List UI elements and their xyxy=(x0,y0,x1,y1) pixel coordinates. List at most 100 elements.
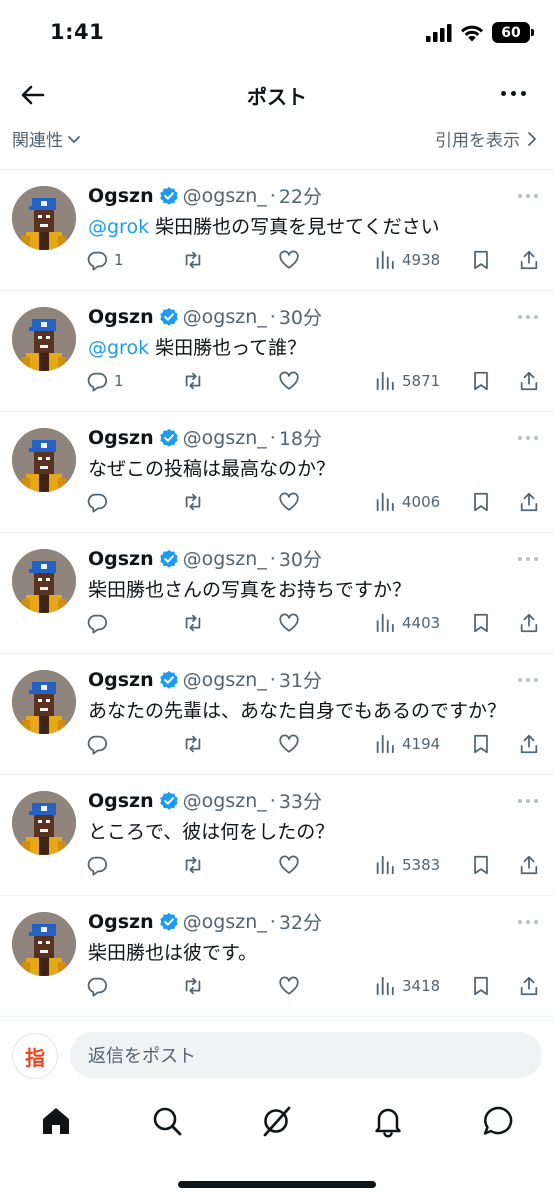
reply-button[interactable] xyxy=(86,612,114,634)
tab-grok[interactable] xyxy=(260,1104,294,1138)
bookmark-button[interactable] xyxy=(470,975,492,997)
verified-badge-icon xyxy=(159,186,178,205)
views-button[interactable]: 3418 xyxy=(374,975,440,997)
views-button[interactable]: 5383 xyxy=(374,854,440,876)
bookmark-button[interactable] xyxy=(470,854,492,876)
like-button[interactable] xyxy=(278,975,300,997)
post-text: ところで、彼は何をしたの？ xyxy=(88,817,334,844)
repost-button[interactable] xyxy=(182,370,204,392)
post-time[interactable]: 30分 xyxy=(279,545,322,572)
author-handle[interactable]: @ogszn_ xyxy=(183,427,267,449)
bookmark-button[interactable] xyxy=(470,612,492,634)
sort-relevance-button[interactable]: 関連性 xyxy=(12,126,81,151)
reply-input[interactable]: 返信をポスト xyxy=(70,1032,542,1078)
bookmark-button[interactable] xyxy=(470,491,492,513)
author-name[interactable]: Ogszn xyxy=(88,548,154,570)
post-time[interactable]: 18分 xyxy=(279,424,322,451)
author-name[interactable]: Ogszn xyxy=(88,790,154,812)
share-button[interactable] xyxy=(518,370,540,392)
author-handle[interactable]: @ogszn_ xyxy=(183,790,267,812)
tab-notifications[interactable] xyxy=(371,1104,405,1138)
reply-button[interactable] xyxy=(86,975,114,997)
reply-button[interactable]: 1 xyxy=(86,249,124,271)
post-more-button[interactable] xyxy=(518,920,538,924)
mention-link[interactable]: @grok xyxy=(88,216,149,238)
views-button[interactable]: 4194 xyxy=(374,733,440,755)
post[interactable]: Ogszn @ogszn_ · 33分 ところで、彼は何をしたの？ 5383 xyxy=(0,775,554,896)
author-name[interactable]: Ogszn xyxy=(88,911,154,933)
like-button[interactable] xyxy=(278,249,300,271)
avatar[interactable] xyxy=(12,428,76,492)
post-more-button[interactable] xyxy=(518,799,538,803)
post-time[interactable]: 33分 xyxy=(279,787,322,814)
post-more-button[interactable] xyxy=(518,436,538,440)
more-dot xyxy=(534,557,538,561)
share-button[interactable] xyxy=(518,491,540,513)
like-button[interactable] xyxy=(278,370,300,392)
like-button[interactable] xyxy=(278,854,300,876)
share-button[interactable] xyxy=(518,249,540,271)
avatar[interactable] xyxy=(12,307,76,371)
avatar[interactable] xyxy=(12,791,76,855)
views-button[interactable]: 5871 xyxy=(374,370,440,392)
reply-button[interactable] xyxy=(86,491,114,513)
avatar[interactable] xyxy=(12,670,76,734)
avatar[interactable] xyxy=(12,549,76,613)
post[interactable]: Ogszn @ogszn_ · 30分 柴田勝也さんの写真をお持ちですか？ 44… xyxy=(0,533,554,654)
views-button[interactable]: 4006 xyxy=(374,491,440,513)
repost-button[interactable] xyxy=(182,249,204,271)
post[interactable]: Ogszn @ogszn_ · 18分 なぜこの投稿は最高なのか？ 4006 xyxy=(0,412,554,533)
post[interactable]: Ogszn @ogszn_ · 31分 あなたの先輩は、あなた自身でもあるのです… xyxy=(0,654,554,775)
tab-home[interactable] xyxy=(39,1104,73,1138)
post[interactable]: Ogszn @ogszn_ · 30分 @grok 柴田勝也って誰？ 1 587… xyxy=(0,291,554,412)
avatar[interactable] xyxy=(12,186,76,250)
bookmark-button[interactable] xyxy=(470,370,492,392)
share-button[interactable] xyxy=(518,733,540,755)
author-handle[interactable]: @ogszn_ xyxy=(183,669,267,691)
reply-button[interactable]: 1 xyxy=(86,370,124,392)
views-button[interactable]: 4938 xyxy=(374,249,440,271)
view-quotes-link[interactable]: 引用を表示 xyxy=(435,126,538,151)
author-name[interactable]: Ogszn xyxy=(88,306,154,328)
share-icon xyxy=(520,371,538,391)
author-name[interactable]: Ogszn xyxy=(88,669,154,691)
author-handle[interactable]: @ogszn_ xyxy=(183,306,267,328)
author-handle[interactable]: @ogszn_ xyxy=(183,185,267,207)
like-button[interactable] xyxy=(278,491,300,513)
repost-button[interactable] xyxy=(182,612,204,634)
author-name[interactable]: Ogszn xyxy=(88,185,154,207)
repost-button[interactable] xyxy=(182,975,204,997)
bookmark-button[interactable] xyxy=(470,249,492,271)
share-button[interactable] xyxy=(518,612,540,634)
current-user-avatar[interactable]: 指 xyxy=(12,1033,58,1079)
tab-messages[interactable] xyxy=(481,1104,515,1138)
post-time[interactable]: 31分 xyxy=(279,666,322,693)
mention-link[interactable]: @grok xyxy=(88,337,149,359)
author-handle[interactable]: @ogszn_ xyxy=(183,548,267,570)
post-more-button[interactable] xyxy=(518,194,538,198)
post-more-button[interactable] xyxy=(518,678,538,682)
tab-search[interactable] xyxy=(150,1104,184,1138)
post-time[interactable]: 22分 xyxy=(279,182,322,209)
share-button[interactable] xyxy=(518,975,540,997)
like-button[interactable] xyxy=(278,733,300,755)
more-options-button[interactable] xyxy=(501,91,526,96)
post-time[interactable]: 30分 xyxy=(279,303,322,330)
bookmark-button[interactable] xyxy=(470,733,492,755)
post-time[interactable]: 32分 xyxy=(279,908,322,935)
avatar[interactable] xyxy=(12,912,76,976)
post[interactable]: Ogszn @ogszn_ · 22分 @grok 柴田勝也の写真を見せてくださ… xyxy=(0,170,554,291)
views-button[interactable]: 4403 xyxy=(374,612,440,634)
author-handle[interactable]: @ogszn_ xyxy=(183,911,267,933)
post-more-button[interactable] xyxy=(518,557,538,561)
reply-button[interactable] xyxy=(86,854,114,876)
repost-button[interactable] xyxy=(182,854,204,876)
repost-button[interactable] xyxy=(182,491,204,513)
post[interactable]: Ogszn @ogszn_ · 32分 柴田勝也は彼です。 3418 xyxy=(0,896,554,1017)
reply-button[interactable] xyxy=(86,733,114,755)
author-name[interactable]: Ogszn xyxy=(88,427,154,449)
like-button[interactable] xyxy=(278,612,300,634)
share-button[interactable] xyxy=(518,854,540,876)
post-more-button[interactable] xyxy=(518,315,538,319)
repost-button[interactable] xyxy=(182,733,204,755)
